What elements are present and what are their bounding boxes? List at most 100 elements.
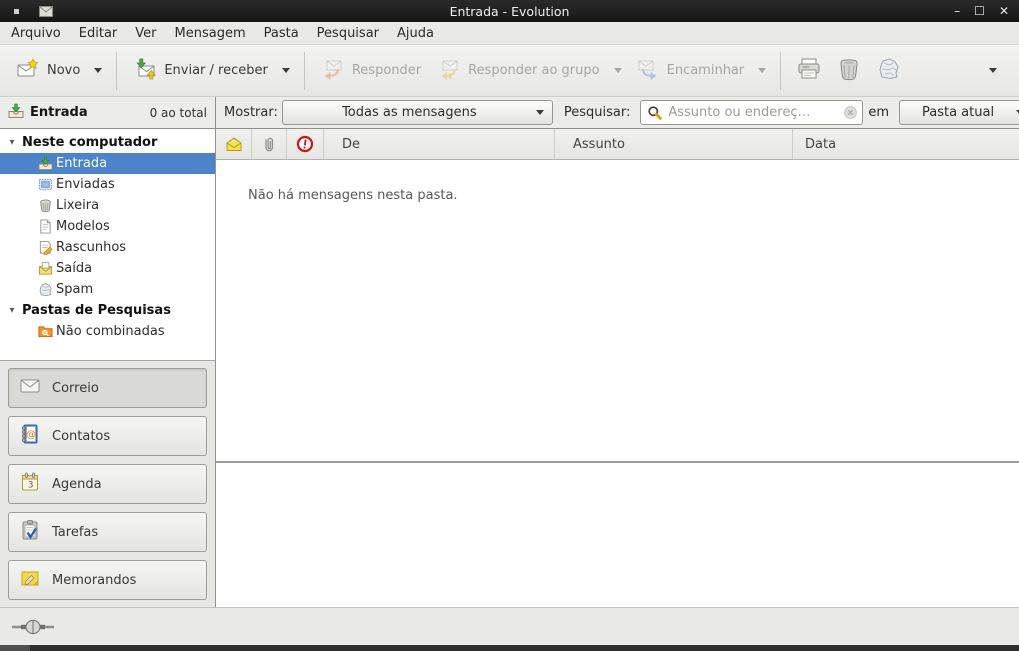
preview-pane xyxy=(216,463,1019,607)
search-input[interactable] xyxy=(668,105,843,120)
bottom-panel xyxy=(0,645,1019,651)
toolbar-separator xyxy=(116,52,117,90)
sidebar-item-lixeira[interactable]: Lixeira xyxy=(0,195,215,216)
search-bar: Mostrar: Todas as mensagens Pesquisar: xyxy=(216,97,1019,128)
clear-search-icon[interactable] xyxy=(843,105,858,120)
attachment-column-header[interactable] xyxy=(252,129,287,159)
switcher-correio-button[interactable]: Correio xyxy=(8,368,207,408)
window-menu-dot-icon[interactable] xyxy=(14,9,19,14)
junk-button[interactable] xyxy=(869,50,909,92)
svg-text:3: 3 xyxy=(28,481,33,491)
sidebar: ▾ Neste computador Entrada xyxy=(0,129,216,607)
sent-stamp-icon xyxy=(38,177,53,192)
calendar-icon: 3 xyxy=(19,471,41,497)
message-list[interactable]: Não há mensagens nesta pasta. xyxy=(216,160,1019,461)
sidebar-item-entrada[interactable]: Entrada xyxy=(0,153,215,174)
trash-icon xyxy=(38,198,53,213)
sidebar-item-enviadas[interactable]: Enviadas xyxy=(0,174,215,195)
evolution-window: Entrada - Evolution – ☐ ✕ Arquivo Editar… xyxy=(0,0,1019,651)
switcher-memorandos-button[interactable]: Memorandos xyxy=(8,560,207,600)
menu-editar[interactable]: Editar xyxy=(70,24,127,43)
search-box[interactable] xyxy=(640,100,863,125)
message-list-header: De Assunto Data xyxy=(216,129,1019,160)
app-envelope-icon xyxy=(39,6,53,17)
toolbar-overflow-button[interactable] xyxy=(989,68,997,73)
switcher-tarefas-button[interactable]: Tarefas xyxy=(8,512,207,552)
document-icon xyxy=(38,219,53,234)
current-folder-name: Entrada xyxy=(30,105,88,120)
reply-group-dropdown-arrow[interactable] xyxy=(614,68,622,73)
reply-group-button[interactable]: Responder ao grupo xyxy=(429,51,608,91)
search-folder-icon xyxy=(38,324,53,339)
search-scope-dropdown[interactable]: Pasta atual xyxy=(899,100,1019,125)
mostrar-label: Mostrar: xyxy=(224,105,278,120)
read-status-column-header[interactable] xyxy=(216,129,252,159)
sidebar-item-saida[interactable]: Saída xyxy=(0,258,215,279)
sidebar-item-nao-combinadas[interactable]: Não combinadas xyxy=(0,321,215,342)
maximize-button[interactable]: ☐ xyxy=(974,0,985,22)
minimize-button[interactable]: – xyxy=(954,0,960,22)
pesquisar-label: Pesquisar: xyxy=(564,105,631,120)
send-receive-button[interactable]: Enviar / receber xyxy=(125,51,276,91)
menu-ver[interactable]: Ver xyxy=(126,24,165,43)
main-area: ▾ Neste computador Entrada xyxy=(0,129,1019,607)
junk-icon xyxy=(876,56,902,86)
importance-column-header[interactable] xyxy=(287,129,324,159)
message-count: 0 ao total xyxy=(150,106,207,120)
printer-icon xyxy=(796,56,822,86)
reply-icon xyxy=(321,57,345,85)
inbox-icon xyxy=(38,156,53,171)
forward-button-label: Encaminhar xyxy=(667,63,745,78)
em-label: em xyxy=(868,105,889,120)
print-button[interactable] xyxy=(789,50,829,92)
forward-icon xyxy=(636,57,660,85)
menu-mensagem[interactable]: Mensagem xyxy=(166,24,255,43)
reply-button[interactable]: Responder xyxy=(313,51,429,91)
component-switcher: Correio @ Contatos xyxy=(0,360,215,607)
show-filter-value: Todas as mensagens xyxy=(283,105,536,120)
folder-info: Entrada 0 ao total xyxy=(0,97,216,128)
outbox-icon xyxy=(38,261,53,276)
column-header-de[interactable]: De xyxy=(324,129,555,159)
menu-pesquisar[interactable]: Pesquisar xyxy=(308,24,388,43)
trash-icon xyxy=(836,56,862,86)
titlebar: Entrada - Evolution – ☐ ✕ xyxy=(0,0,1019,22)
sidebar-item-spam[interactable]: Spam xyxy=(0,279,215,300)
new-button-label: Novo xyxy=(47,63,80,78)
online-status-button[interactable] xyxy=(12,618,54,636)
contacts-book-icon: @ xyxy=(19,423,41,449)
status-bar xyxy=(0,607,1019,645)
menu-arquivo[interactable]: Arquivo xyxy=(2,24,70,43)
expander-triangle-icon[interactable]: ▾ xyxy=(6,137,18,148)
sidebar-group-neste-computador[interactable]: ▾ Neste computador xyxy=(0,132,215,153)
sidebar-group-pastas-de-pesquisas[interactable]: ▾ Pastas de Pesquisas xyxy=(0,300,215,321)
mail-icon xyxy=(19,375,41,401)
sidebar-item-rascunhos[interactable]: Rascunhos xyxy=(0,237,215,258)
new-mail-icon xyxy=(16,57,40,85)
send-receive-dropdown-arrow[interactable] xyxy=(282,68,290,73)
column-header-assunto[interactable]: Assunto xyxy=(555,129,793,159)
draft-pencil-icon xyxy=(38,240,53,255)
search-icon xyxy=(647,105,663,121)
forward-dropdown-arrow[interactable] xyxy=(758,68,766,73)
switcher-contatos-button[interactable]: @ Contatos xyxy=(8,416,207,456)
folder-tree: ▾ Neste computador Entrada xyxy=(0,129,215,360)
sidebar-item-modelos[interactable]: Modelos xyxy=(0,216,215,237)
column-header-data[interactable]: Data xyxy=(793,129,1019,159)
send-receive-icon xyxy=(133,57,157,85)
expander-triangle-icon[interactable]: ▾ xyxy=(6,305,18,316)
svg-text:@: @ xyxy=(26,430,36,441)
close-button[interactable]: ✕ xyxy=(999,0,1009,22)
new-dropdown-arrow[interactable] xyxy=(94,68,102,73)
new-button[interactable]: Novo xyxy=(8,51,88,91)
show-filter-dropdown[interactable]: Todas as mensagens xyxy=(282,100,553,125)
reply-button-label: Responder xyxy=(352,63,421,78)
toolbar-separator xyxy=(304,52,305,90)
search-scope-value: Pasta atual xyxy=(900,105,1016,120)
menu-pasta[interactable]: Pasta xyxy=(255,24,308,43)
delete-button[interactable] xyxy=(829,50,869,92)
menu-ajuda[interactable]: Ajuda xyxy=(388,24,443,43)
switcher-agenda-button[interactable]: 3 Agenda xyxy=(8,464,207,504)
menubar: Arquivo Editar Ver Mensagem Pasta Pesqui… xyxy=(0,22,1019,45)
forward-button[interactable]: Encaminhar xyxy=(628,51,753,91)
